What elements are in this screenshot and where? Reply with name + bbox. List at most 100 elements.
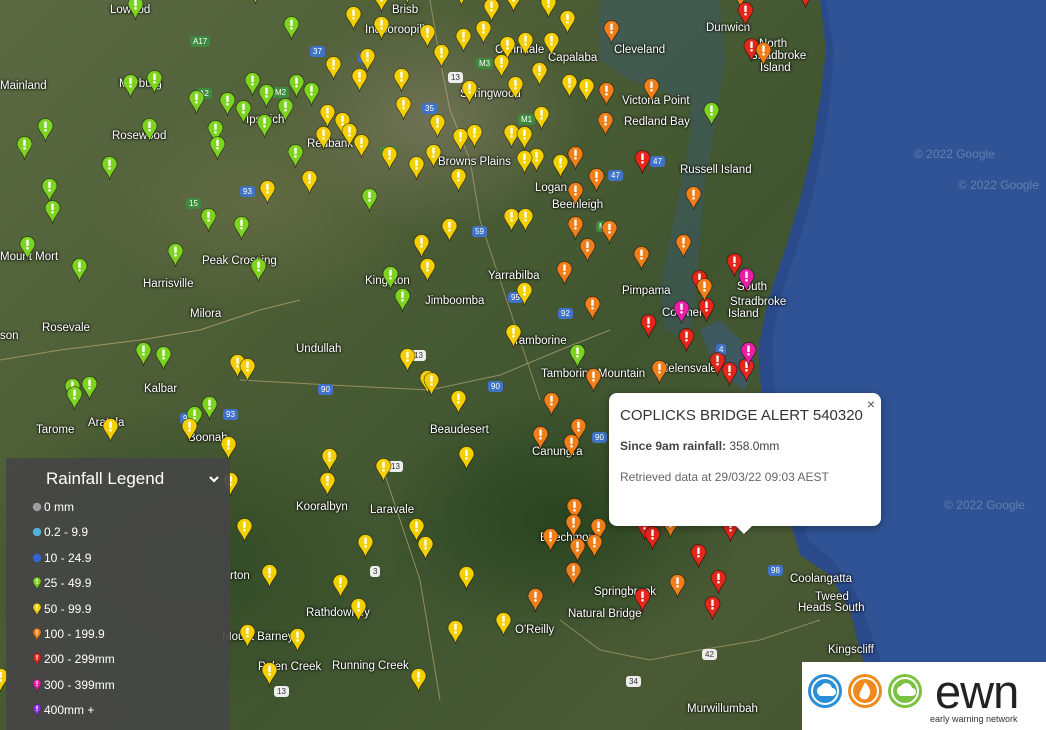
rainfall-marker[interactable]: [315, 126, 332, 151]
rainfall-marker[interactable]: [101, 156, 118, 181]
rainfall-marker[interactable]: [651, 360, 668, 385]
rainfall-marker[interactable]: [373, 0, 390, 13]
rainfall-marker[interactable]: [466, 124, 483, 149]
rainfall-marker[interactable]: [353, 134, 370, 159]
rainfall-marker[interactable]: [552, 154, 569, 179]
rainfall-marker[interactable]: [516, 282, 533, 307]
rainfall-marker[interactable]: [261, 662, 278, 687]
rainfall-marker[interactable]: [565, 514, 582, 539]
rainfall-marker[interactable]: [578, 78, 595, 103]
rainfall-marker[interactable]: [505, 0, 522, 13]
rainfall-marker[interactable]: [458, 446, 475, 471]
rainfall-marker[interactable]: [532, 426, 549, 451]
rainfall-marker[interactable]: [429, 114, 446, 139]
rainfall-marker[interactable]: [543, 32, 560, 57]
rainfall-marker[interactable]: [381, 146, 398, 171]
rainfall-marker[interactable]: [516, 150, 533, 175]
rainfall-marker[interactable]: [259, 180, 276, 205]
rainfall-marker[interactable]: [634, 588, 651, 613]
rainfall-marker[interactable]: [453, 0, 470, 7]
rainfall-marker[interactable]: [66, 386, 83, 411]
rainfall-marker[interactable]: [345, 6, 362, 31]
rainfall-marker[interactable]: [359, 48, 376, 73]
rainfall-marker[interactable]: [375, 458, 392, 483]
rainfall-marker[interactable]: [256, 114, 273, 139]
rainfall-marker[interactable]: [350, 598, 367, 623]
chevron-down-icon[interactable]: [208, 473, 220, 485]
rainfall-marker[interactable]: [441, 218, 458, 243]
rainfall-marker[interactable]: [250, 258, 267, 283]
rainfall-marker[interactable]: [303, 82, 320, 107]
rainfall-marker[interactable]: [704, 596, 721, 621]
rainfall-marker[interactable]: [563, 434, 580, 459]
rainfall-marker[interactable]: [81, 376, 98, 401]
rainfall-marker[interactable]: [44, 200, 61, 225]
rainfall-marker[interactable]: [556, 261, 573, 286]
rainfall-marker[interactable]: [393, 68, 410, 93]
rainfall-marker[interactable]: [325, 56, 342, 81]
rainfall-marker[interactable]: [569, 344, 586, 369]
rainfall-marker[interactable]: [640, 314, 657, 339]
rainfall-marker[interactable]: [740, 342, 757, 367]
rainfall-marker[interactable]: [517, 208, 534, 233]
rainfall-marker[interactable]: [301, 170, 318, 195]
close-icon[interactable]: ×: [867, 396, 875, 412]
rainfall-marker[interactable]: [543, 392, 560, 417]
rainfall-marker[interactable]: [669, 574, 686, 599]
rainfall-marker[interactable]: [201, 396, 218, 421]
rainfall-marker[interactable]: [141, 118, 158, 143]
rainfall-marker[interactable]: [531, 62, 548, 87]
rainfall-marker[interactable]: [399, 348, 416, 373]
rainfall-marker[interactable]: [258, 84, 275, 109]
rainfall-marker[interactable]: [584, 296, 601, 321]
rainfall-marker[interactable]: [569, 538, 586, 563]
rainfall-marker[interactable]: [495, 612, 512, 637]
rainfall-marker[interactable]: [703, 102, 720, 127]
rainfall-marker[interactable]: [527, 588, 544, 613]
rainfall-marker[interactable]: [507, 76, 524, 101]
rainfall-marker[interactable]: [455, 28, 472, 53]
rainfall-marker[interactable]: [102, 418, 119, 443]
rainfall-marker[interactable]: [505, 324, 522, 349]
rainfall-marker[interactable]: [755, 42, 772, 67]
rainfall-marker[interactable]: [634, 150, 651, 175]
rainfall-marker[interactable]: [236, 518, 253, 543]
rainfall-marker[interactable]: [361, 188, 378, 213]
rainfall-marker[interactable]: [567, 182, 584, 207]
rainfall-marker[interactable]: [357, 534, 374, 559]
rainfall-marker[interactable]: [235, 100, 252, 125]
rainfall-marker[interactable]: [542, 528, 559, 553]
rainfall-marker[interactable]: [127, 0, 144, 21]
rainfall-marker[interactable]: [690, 544, 707, 569]
rainfall-marker[interactable]: [458, 566, 475, 591]
rainfall-marker[interactable]: [450, 390, 467, 415]
rainfall-marker[interactable]: [561, 74, 578, 99]
rainfall-marker[interactable]: [797, 0, 814, 9]
rainfall-marker[interactable]: [122, 74, 139, 99]
rainfall-marker[interactable]: [598, 82, 615, 107]
rainfall-marker[interactable]: [685, 186, 702, 211]
rainfall-marker[interactable]: [579, 238, 596, 263]
rainfall-marker[interactable]: [181, 418, 198, 443]
rainfall-marker[interactable]: [155, 346, 172, 371]
rainfall-marker[interactable]: [37, 118, 54, 143]
rainfall-marker[interactable]: [410, 668, 427, 693]
rainfall-marker[interactable]: [283, 16, 300, 41]
rainfall-marker[interactable]: [601, 220, 618, 245]
rainfall-marker[interactable]: [413, 234, 430, 259]
rainfall-marker[interactable]: [710, 570, 727, 595]
rainfall-marker[interactable]: [261, 564, 278, 589]
rainfall-marker[interactable]: [450, 168, 467, 193]
rainfall-marker[interactable]: [135, 342, 152, 367]
rainfall-marker[interactable]: [332, 574, 349, 599]
rainfall-marker[interactable]: [696, 278, 713, 303]
rainfall-marker[interactable]: [540, 0, 557, 19]
rainfall-marker[interactable]: [517, 32, 534, 57]
rainfall-marker[interactable]: [559, 10, 576, 35]
rainfall-marker[interactable]: [319, 472, 336, 497]
rainfall-marker[interactable]: [219, 92, 236, 117]
rainfall-marker[interactable]: [239, 624, 256, 649]
rainfall-marker[interactable]: [737, 2, 754, 27]
rainfall-marker[interactable]: [447, 620, 464, 645]
rainfall-marker[interactable]: [408, 156, 425, 181]
